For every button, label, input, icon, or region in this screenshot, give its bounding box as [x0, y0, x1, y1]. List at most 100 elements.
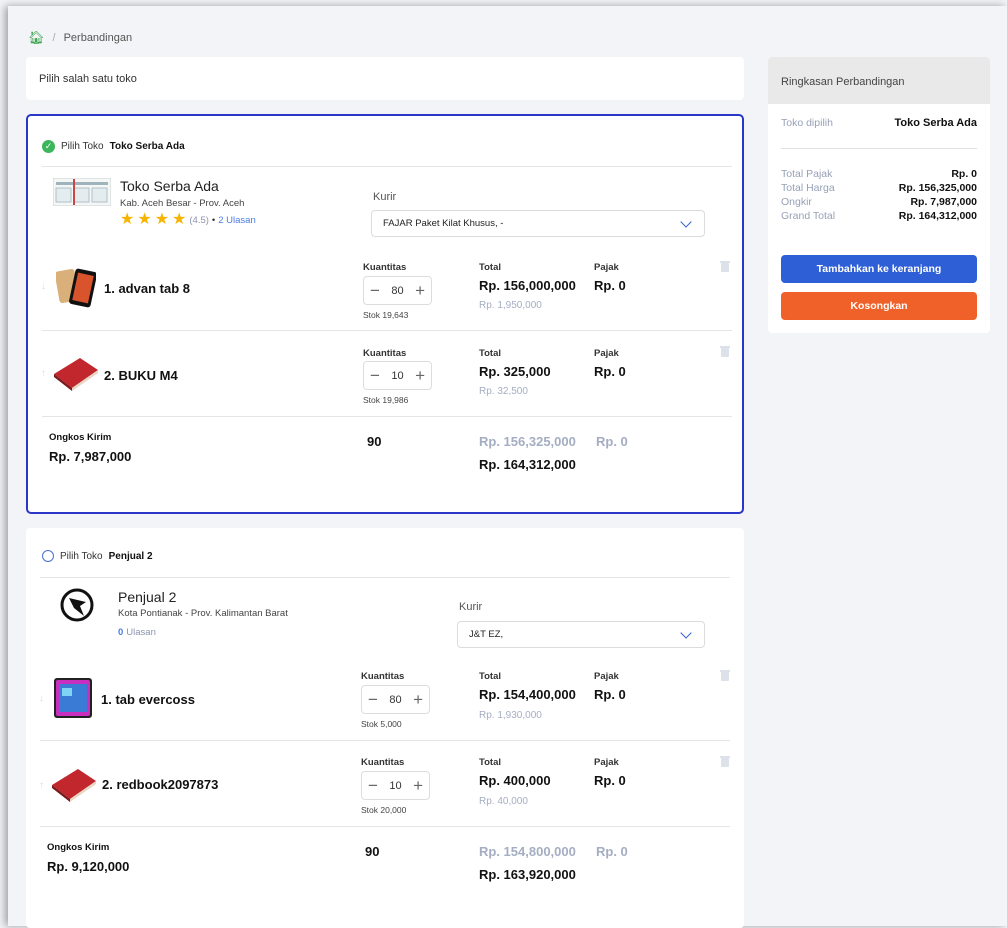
star-icon: ★ — [154, 211, 170, 228]
summary-row: Total Harga Rp. 156,325,000 — [781, 182, 977, 194]
home-icon[interactable]: 🏠︎ — [28, 30, 45, 46]
star-icon: ★ — [172, 211, 187, 228]
minus-icon[interactable]: − — [368, 777, 378, 794]
stock-text: Stok 20,000 — [361, 805, 407, 815]
minus-icon[interactable]: − — [368, 691, 378, 708]
quantity-stepper[interactable]: − 10 + — [363, 361, 432, 390]
rating-value: (4.5) — [189, 214, 209, 226]
store-hint-card: Pilih salah satu toko — [26, 57, 744, 100]
store-select-1[interactable]: ✓ Pilih Toko Toko Serba Ada — [42, 140, 185, 153]
product-unit-price: Rp. 1,930,000 — [479, 710, 542, 721]
product-total: Rp. 156,000,000 — [479, 278, 576, 293]
subtotal: Rp. 156,325,000 — [479, 434, 576, 449]
store-rating: ★ ★ ★ ★ (4.5) • 2 Ulasan — [120, 211, 256, 228]
tax-label: Pajak — [594, 262, 619, 273]
product-name[interactable]: 1. advan tab 8 — [104, 281, 190, 296]
breadcrumb-current: Perbandingan — [63, 32, 133, 44]
pick-store-name: Toko Serba Ada — [109, 141, 185, 152]
store-select-2[interactable]: Pilih Toko Penjual 2 — [42, 550, 153, 562]
shipping-cost: Rp. 9,120,000 — [47, 859, 130, 874]
trash-icon[interactable] — [720, 756, 730, 767]
summary-row-label: Total Harga — [781, 182, 835, 194]
summary-row-label: Total Pajak — [781, 168, 833, 180]
courier-value: J&T EZ, — [469, 629, 504, 640]
total-weight: 90 — [365, 844, 380, 859]
trash-icon[interactable] — [720, 261, 730, 272]
quantity-label: Kuantitas — [361, 757, 405, 768]
product-name[interactable]: 1. tab evercoss — [101, 692, 195, 707]
divider — [42, 166, 732, 167]
quantity-stepper[interactable]: − 10 + — [361, 771, 430, 800]
arrow-down-icon[interactable]: ↓ — [41, 281, 46, 292]
store-card-1[interactable]: ✓ Pilih Toko Toko Serba Ada Toko Serba A… — [26, 114, 744, 514]
product-total: Rp. 154,400,000 — [479, 687, 576, 702]
product-tax: Rp. 0 — [594, 773, 626, 788]
arrow-up-icon[interactable]: ↑ — [41, 368, 46, 379]
chevron-down-icon — [680, 216, 692, 228]
quantity-value[interactable]: 80 — [389, 694, 401, 706]
store-card-2[interactable]: Pilih Toko Penjual 2 Penjual 2 Kota Pont… — [26, 528, 744, 928]
product-name[interactable]: 2. redbook2097873 — [102, 777, 218, 792]
product-image — [54, 358, 98, 391]
courier-label: Kurir — [459, 601, 483, 613]
reviews-word[interactable]: Ulasan — [126, 627, 156, 638]
tax-label: Pajak — [594, 671, 619, 682]
star-icon: ★ — [137, 211, 152, 228]
rating-bullet: • — [211, 214, 216, 226]
pick-store-label: Pilih Toko — [60, 550, 103, 562]
total-label: Total — [479, 348, 501, 359]
arrow-up-icon[interactable]: ↑ — [39, 780, 44, 791]
store-location: Kab. Aceh Besar - Prov. Aceh — [120, 198, 245, 209]
plus-icon[interactable]: + — [413, 691, 423, 708]
product-total: Rp. 400,000 — [479, 773, 551, 788]
plus-icon[interactable]: + — [415, 282, 425, 299]
add-to-cart-button[interactable]: Tambahkan ke keranjang — [781, 255, 977, 283]
reviews-link[interactable]: 2 Ulasan — [218, 215, 256, 226]
product-total: Rp. 325,000 — [479, 364, 551, 379]
radio-icon[interactable] — [42, 550, 54, 562]
quantity-stepper[interactable]: − 80 + — [363, 276, 432, 305]
total-label: Total — [479, 262, 501, 273]
minus-icon[interactable]: − — [370, 367, 380, 384]
trash-icon[interactable] — [720, 346, 730, 357]
quantity-label: Kuantitas — [363, 262, 407, 273]
tax-label: Pajak — [594, 348, 619, 359]
divider — [42, 416, 732, 417]
plus-icon[interactable]: + — [413, 777, 423, 794]
divider — [40, 577, 730, 578]
minus-icon[interactable]: − — [370, 282, 380, 299]
summary-row: Total Pajak Rp. 0 — [781, 168, 977, 180]
product-unit-price: Rp. 32,500 — [479, 386, 528, 397]
product-image — [56, 268, 96, 308]
quantity-stepper[interactable]: − 80 + — [361, 685, 430, 714]
product-tax: Rp. 0 — [594, 364, 626, 379]
subtotal-tax: Rp. 0 — [596, 434, 628, 449]
courier-value: FAJAR Paket Kilat Khusus, - — [383, 218, 504, 229]
subtotal-tax: Rp. 0 — [596, 844, 628, 859]
store-name[interactable]: Toko Serba Ada — [120, 178, 219, 194]
summary-row-value: Rp. 7,987,000 — [910, 196, 977, 208]
quantity-value[interactable]: 80 — [391, 285, 403, 297]
quantity-value[interactable]: 10 — [391, 370, 403, 382]
reviews-count[interactable]: 0 — [118, 627, 123, 638]
arrow-down-icon[interactable]: ↓ — [39, 693, 44, 704]
courier-select[interactable]: FAJAR Paket Kilat Khusus, - — [371, 210, 705, 237]
check-circle-icon[interactable]: ✓ — [42, 140, 55, 153]
plus-icon[interactable]: + — [415, 367, 425, 384]
comparison-summary: Ringkasan Perbandingan Toko dipilih Toko… — [768, 57, 990, 333]
quantity-value[interactable]: 10 — [389, 780, 401, 792]
quantity-label: Kuantitas — [361, 671, 405, 682]
shipping-label: Ongkos Kirim — [47, 842, 110, 853]
pick-store-name: Penjual 2 — [108, 550, 153, 562]
product-image — [52, 769, 96, 802]
summary-row: Ongkir Rp. 7,987,000 — [781, 196, 977, 208]
breadcrumb-separator: / — [52, 32, 56, 44]
divider — [781, 148, 977, 149]
clear-button[interactable]: Kosongkan — [781, 292, 977, 320]
store-logo-image — [53, 178, 111, 206]
trash-icon[interactable] — [720, 670, 730, 681]
product-name[interactable]: 2. BUKU M4 — [104, 368, 178, 383]
store-location: Kota Pontianak - Prov. Kalimantan Barat — [118, 608, 288, 619]
courier-select[interactable]: J&T EZ, — [457, 621, 705, 648]
store-name[interactable]: Penjual 2 — [118, 589, 176, 605]
